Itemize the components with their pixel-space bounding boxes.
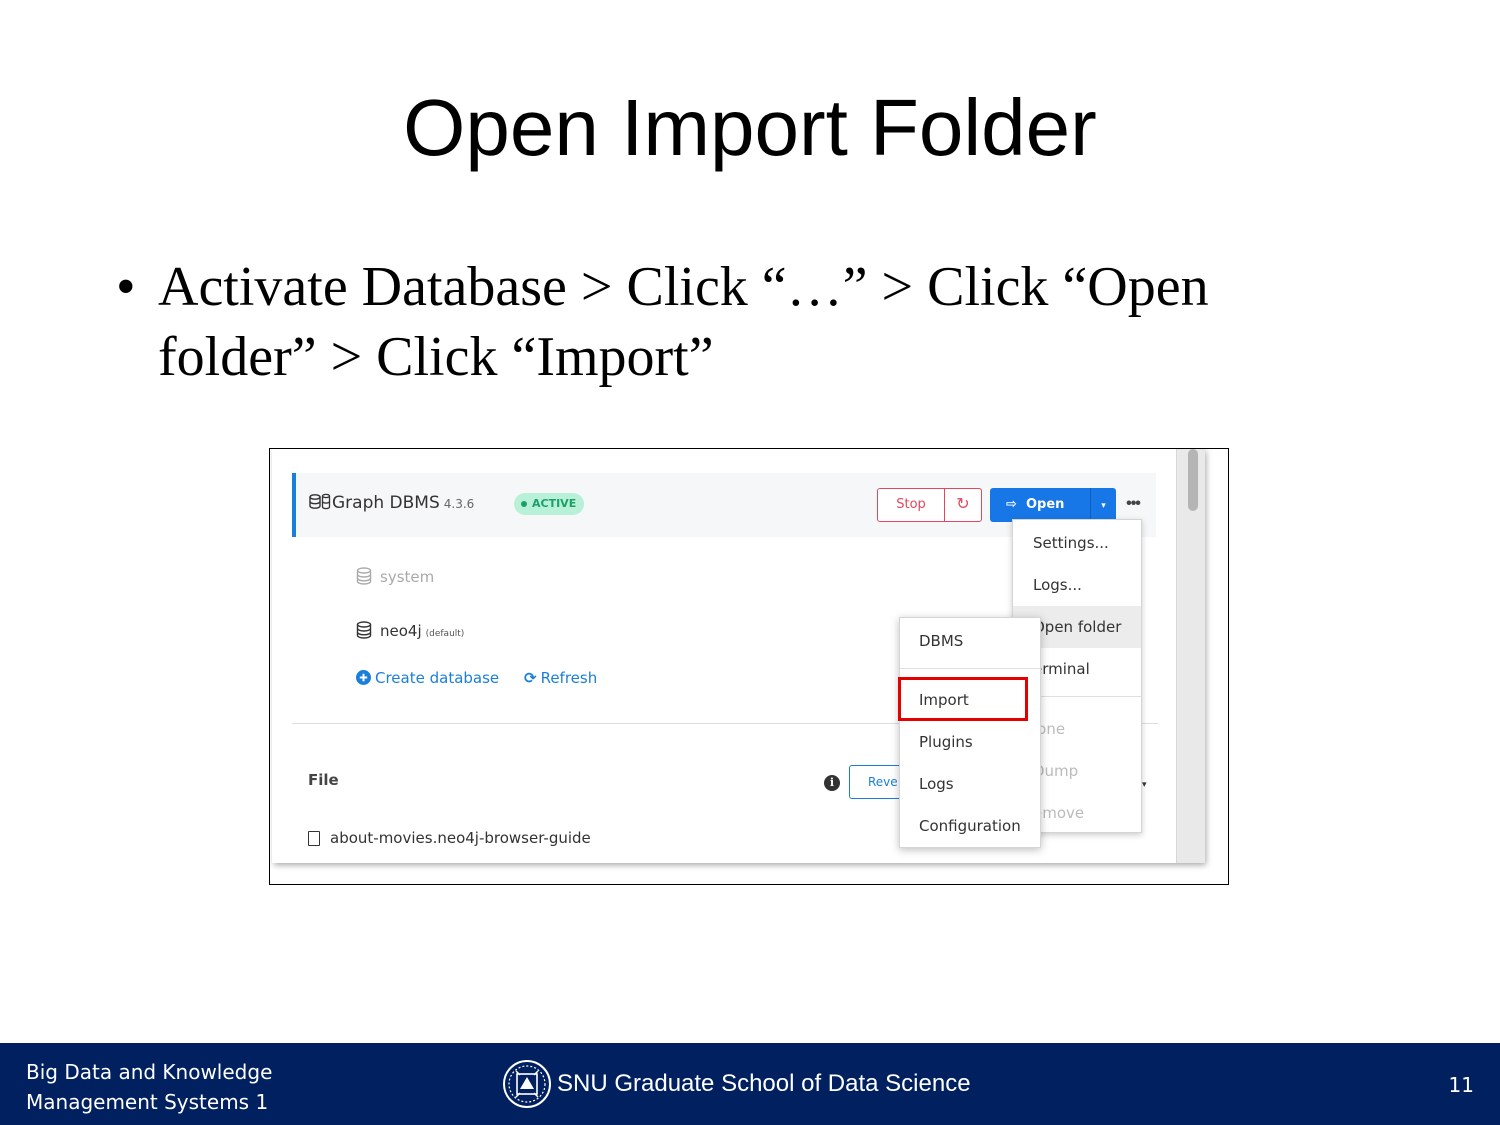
database-icon [356, 567, 374, 589]
open-button[interactable]: ⇨ Open [990, 488, 1090, 522]
restart-icon[interactable]: ↻ [944, 488, 982, 522]
database-name: system [380, 568, 435, 586]
school-name: SNU Graduate School of Data Science [557, 1070, 971, 1097]
refresh-link[interactable]: ⟳ Refresh [524, 669, 597, 687]
file-section-label: File [308, 771, 339, 789]
import-highlight-box [898, 677, 1028, 721]
open-arrow-icon: ⇨ [1006, 497, 1017, 512]
stop-button[interactable]: Stop [877, 488, 945, 522]
file-item[interactable]: about-movies.neo4j-browser-guide [308, 829, 591, 847]
create-database-link[interactable]: Create database [356, 669, 499, 687]
active-status-badge: ACTIVE [514, 493, 585, 515]
dbms-name: Graph DBMS 4.3.6 [332, 493, 474, 513]
file-icon [308, 831, 320, 846]
menu-item-logs[interactable]: Logs... [1013, 564, 1141, 606]
menu-separator [900, 668, 1040, 669]
database-icon [356, 621, 374, 643]
bullet-line-2: folder” > Click “Import” [158, 326, 714, 388]
database-item-system[interactable]: system [356, 567, 434, 589]
bullet-mark: • [116, 256, 136, 318]
create-database-label: Create database [375, 669, 500, 687]
submenu-item-logs[interactable]: Logs [900, 763, 1040, 805]
graph-dbms-icon [308, 493, 332, 518]
plus-circle-icon [356, 669, 371, 687]
page-number: 11 [1448, 1073, 1474, 1097]
course-line-2: Management Systems 1 [26, 1090, 269, 1114]
dbms-version: 4.3.6 [443, 497, 475, 511]
snu-logo-icon [502, 1059, 552, 1109]
scrollbar-track[interactable] [1176, 449, 1205, 863]
database-name: neo4j [380, 622, 422, 640]
open-dropdown-caret-icon[interactable]: ▾ [1090, 488, 1116, 522]
bullet-line-1: Activate Database > Click “…” > Click “O… [158, 256, 1209, 318]
dbms-title: Graph DBMS [332, 493, 440, 513]
file-name: about-movies.neo4j-browser-guide [330, 829, 591, 847]
course-name: Big Data and Knowledge Management System… [26, 1057, 326, 1117]
footer-bar: Big Data and Knowledge Management System… [0, 1043, 1500, 1125]
slide-title: Open Import Folder [403, 83, 1097, 172]
open-folder-submenu: DBMS Import Plugins Logs Configuration [899, 617, 1041, 848]
database-item-neo4j[interactable]: neo4j (default) [356, 621, 464, 643]
screenshot-panel: Graph DBMS 4.3.6 ACTIVE Stop ↻ ⇨ Open ▾ •… [272, 449, 1205, 863]
default-tag: (default) [425, 629, 465, 639]
menu-item-settings[interactable]: Settings... [1013, 522, 1141, 564]
scrollbar-thumb[interactable] [1188, 449, 1198, 511]
submenu-item-dbms[interactable]: DBMS [900, 620, 1040, 662]
submenu-item-configuration[interactable]: Configuration [900, 805, 1040, 847]
refresh-icon: ⟳ [524, 669, 537, 687]
submenu-item-plugins[interactable]: Plugins [900, 721, 1040, 763]
more-options-icon[interactable]: ••• [1122, 495, 1144, 513]
chevron-down-icon[interactable]: ▾ [1142, 779, 1147, 790]
info-icon[interactable]: i [824, 775, 840, 791]
open-button-label: Open [1026, 497, 1065, 512]
neo4j-desktop-screenshot: Graph DBMS 4.3.6 ACTIVE Stop ↻ ⇨ Open ▾ •… [269, 448, 1229, 885]
course-line-1: Big Data and Knowledge [26, 1060, 273, 1084]
refresh-label: Refresh [540, 669, 598, 687]
